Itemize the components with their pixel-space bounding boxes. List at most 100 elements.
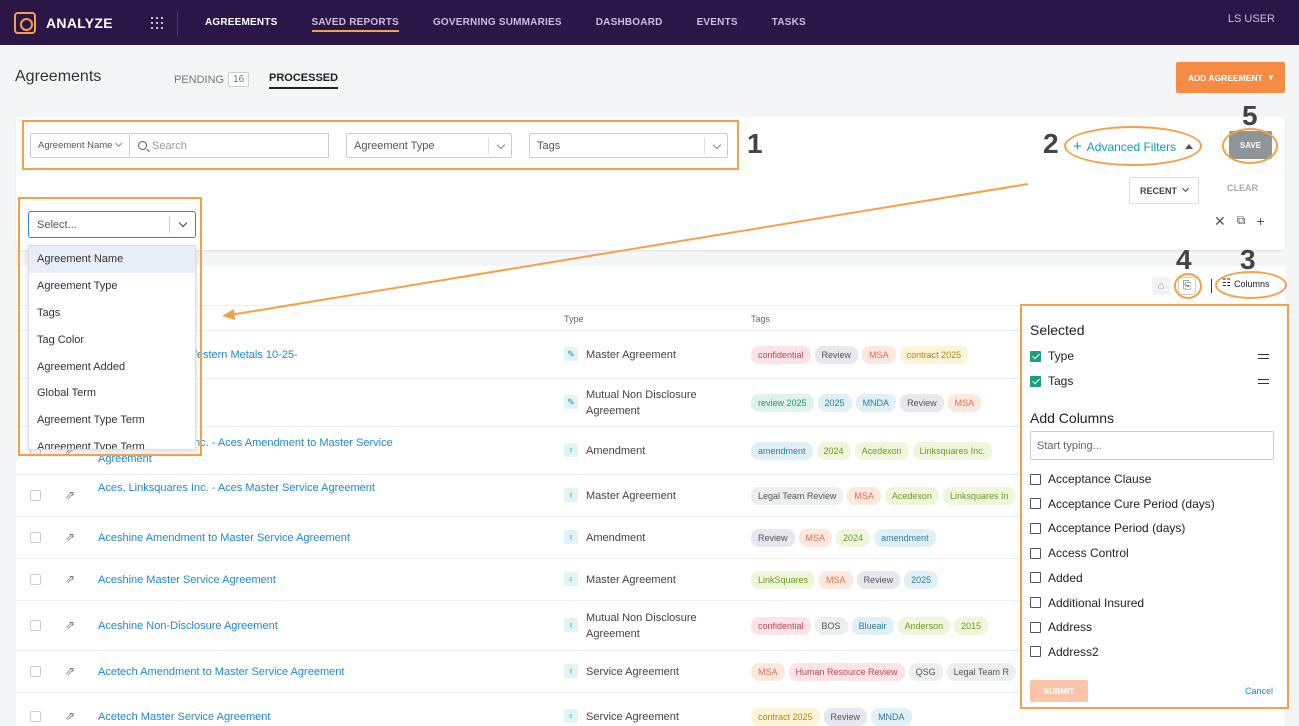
agreement-type: Service Agreement <box>586 666 679 678</box>
nav-governing-summaries[interactable]: GOVERNING SUMMARIES <box>416 0 579 45</box>
agreement-type-icon: ♀ <box>564 709 578 723</box>
available-column[interactable]: Address2 <box>1030 645 1099 659</box>
agreement-name-link[interactable]: Aceshine Non-Disclosure Agreement <box>98 618 408 634</box>
table-toolbar <box>16 266 1285 306</box>
tag-badge: 2025 <box>817 394 852 412</box>
agreement-type-icon: ♀ <box>564 664 578 678</box>
tag-badge: amendment <box>751 442 813 460</box>
tag-badge: 2024 <box>836 529 871 547</box>
submit-button[interactable]: SUBMIT <box>1030 680 1088 702</box>
tag-badge: Review <box>856 571 901 589</box>
available-column[interactable]: Acceptance Clause <box>1030 472 1151 486</box>
tag-badge: Human Resource Review <box>788 663 905 681</box>
toolbar-divider <box>1211 279 1212 293</box>
nav-divider <box>176 10 178 35</box>
agreement-name-link[interactable]: Aceshine Amendment to Master Service Agr… <box>98 530 408 546</box>
agreement-type-icon: ♀ <box>564 443 578 457</box>
available-column[interactable]: Added <box>1030 571 1083 585</box>
tag-list: confidential BOS Blueair Anderson 2015 <box>751 617 989 635</box>
external-link-icon[interactable]: ⇗ <box>65 488 75 502</box>
selected-column-tags[interactable]: Tags <box>1030 374 1073 388</box>
available-column[interactable]: Acceptance Cure Period (days) <box>1030 497 1215 511</box>
checkbox-checked[interactable] <box>1030 375 1041 387</box>
agreement-type: Service Agreement <box>586 711 679 723</box>
checkbox[interactable] <box>1030 646 1041 658</box>
selected-column-type[interactable]: Type <box>1030 349 1074 363</box>
row-checkbox[interactable] <box>30 490 41 501</box>
copy-icon[interactable]: ⧉ <box>1237 213 1246 230</box>
external-link-icon[interactable]: ⇗ <box>65 572 75 586</box>
row-checkbox[interactable] <box>30 711 41 722</box>
tag-icon[interactable]: ⌂ <box>1152 277 1170 295</box>
user-menu[interactable]: LS USER <box>1228 13 1275 25</box>
add-agreement-button[interactable]: ADD AGREEMENT ▾ <box>1176 62 1285 93</box>
available-column[interactable]: Access Control <box>1030 546 1129 560</box>
checkbox[interactable] <box>1030 522 1041 534</box>
top-nav: ANALYZE AGREEMENTS SAVED REPORTS GOVERNI… <box>0 0 1299 45</box>
checkbox[interactable] <box>1030 572 1041 584</box>
nav-tasks[interactable]: TASKS <box>755 0 823 45</box>
tab-pending[interactable]: PENDING 16 <box>174 72 250 87</box>
external-link-icon[interactable]: ⇗ <box>65 709 75 723</box>
tag-badge: BOS <box>814 617 848 635</box>
annotation-number-1: 1 <box>747 128 763 159</box>
agreement-name-link[interactable]: Aces, Linksquares Inc. - Aces Master Ser… <box>98 480 408 496</box>
tag-badge: 2015 <box>954 617 989 635</box>
row-checkbox[interactable] <box>30 620 41 631</box>
app-grid-icon[interactable] <box>150 16 163 29</box>
plus-icon[interactable]: + <box>1256 213 1264 230</box>
checkbox[interactable] <box>1030 473 1041 485</box>
column-header-type[interactable]: Type <box>564 314 584 324</box>
tag-badge: Review <box>823 708 868 726</box>
external-link-icon[interactable]: ⇗ <box>65 530 75 544</box>
selected-column-label: Type <box>1048 349 1075 363</box>
checkbox[interactable] <box>1030 547 1041 559</box>
app-logo[interactable]: ANALYZE <box>14 11 113 34</box>
drag-handle-icon[interactable] <box>1258 379 1269 384</box>
nav-agreements[interactable]: AGREEMENTS <box>188 0 295 45</box>
chevron-down-icon: ▾ <box>1268 72 1274 82</box>
annotation-number-3: 3 <box>1240 244 1256 275</box>
checkbox-checked[interactable] <box>1030 350 1041 362</box>
tab-processed[interactable]: PROCESSED <box>269 72 339 89</box>
nav-events[interactable]: EVENTS <box>680 0 755 45</box>
agreement-type: Master Agreement <box>586 490 676 502</box>
agreement-type-icon: ♀ <box>564 530 578 544</box>
tag-badge: 2025 <box>904 571 939 589</box>
external-link-icon[interactable]: ⇗ <box>65 664 75 678</box>
column-search-input[interactable]: Start typing... <box>1030 431 1274 460</box>
row-checkbox[interactable] <box>30 666 41 677</box>
row-checkbox[interactable] <box>30 532 41 543</box>
available-column-label: Acceptance Cure Period (days) <box>1048 496 1215 511</box>
nav-saved-reports[interactable]: SAVED REPORTS <box>295 0 416 45</box>
tag-list: LinkSquares MSA Review 2025 <box>751 571 939 589</box>
tag-list: review 2025 2025 MNDA Review MSA <box>751 394 982 412</box>
cancel-button[interactable]: Cancel <box>1245 686 1273 696</box>
close-icon[interactable]: ✕ <box>1214 213 1226 230</box>
available-column[interactable]: Acceptance Period (days) <box>1030 521 1185 535</box>
agreement-name-link[interactable]: Acetech Master Service Agreement <box>98 709 408 725</box>
checkbox[interactable] <box>1030 498 1041 510</box>
recent-button[interactable]: RECENT <box>1129 177 1199 204</box>
tag-badge: confidential <box>751 617 811 635</box>
column-search-placeholder: Start typing... <box>1037 439 1102 452</box>
agreement-name-link[interactable]: Acetech Amendment to Master Service Agre… <box>98 664 408 680</box>
recent-label: RECENT <box>1139 185 1177 196</box>
checkbox[interactable] <box>1030 597 1041 608</box>
nav-dashboard[interactable]: DASHBOARD <box>579 0 680 45</box>
chevron-down-icon <box>1181 184 1190 193</box>
selected-column-label: Tags <box>1048 374 1074 388</box>
drag-handle-icon[interactable] <box>1258 354 1269 359</box>
agreement-name-link[interactable]: Aceshine Master Service Agreement <box>98 572 408 588</box>
external-link-icon[interactable]: ⇗ <box>65 618 75 632</box>
checkbox[interactable] <box>1030 621 1041 633</box>
available-column[interactable]: Additional Insured <box>1030 596 1144 610</box>
available-column-label: Acceptance Clause <box>1048 472 1152 486</box>
row-checkbox[interactable] <box>30 574 41 585</box>
agreement-type: Amendment <box>586 445 646 457</box>
tag-badge: contract 2025 <box>899 346 969 364</box>
agreement-type-icon: ✎ <box>564 395 578 409</box>
column-header-tags[interactable]: Tags <box>751 314 770 324</box>
available-column[interactable]: Address <box>1030 620 1092 634</box>
clear-button[interactable]: CLEAR <box>1227 183 1258 193</box>
